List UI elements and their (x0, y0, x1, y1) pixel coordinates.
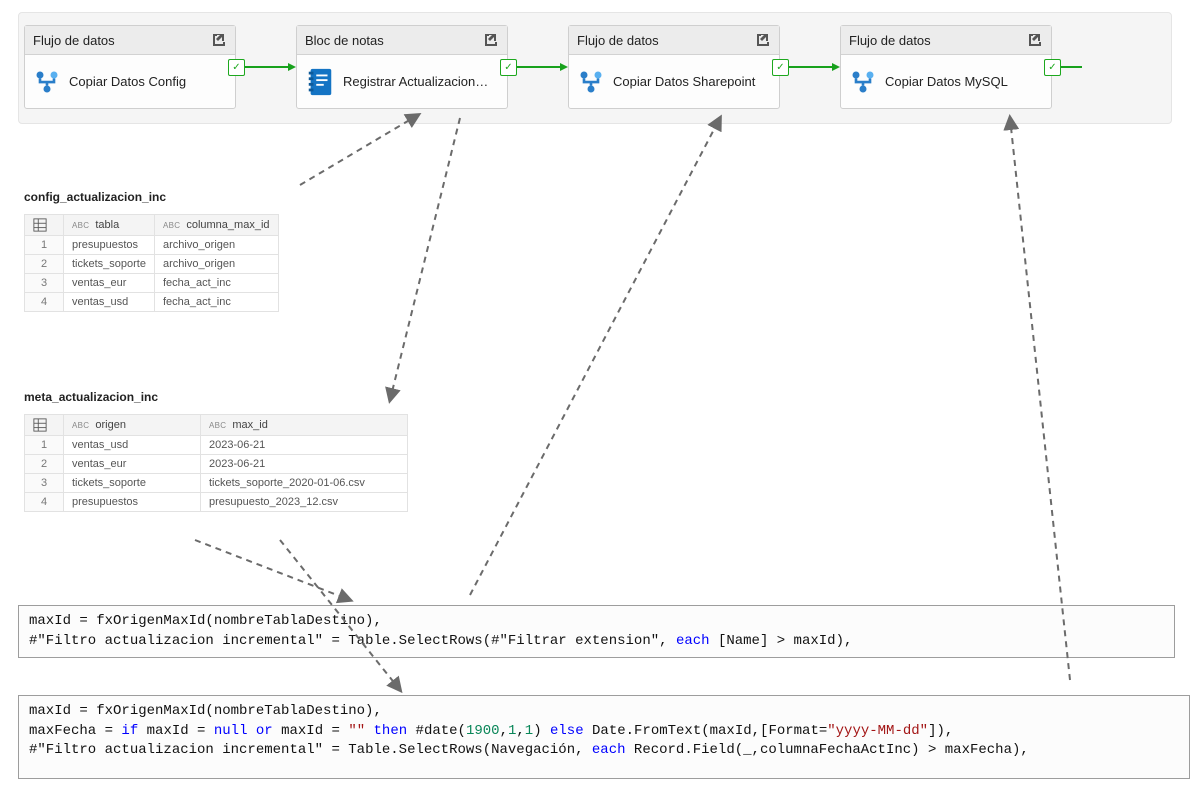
node-type-label: Flujo de datos (577, 33, 659, 48)
dataflow-icon (577, 68, 605, 96)
node-type-label: Flujo de datos (849, 33, 931, 48)
table-title: meta_actualizacion_inc (24, 390, 408, 404)
table-icon-header (25, 415, 64, 436)
open-external-icon[interactable] (755, 32, 771, 48)
dataflow-icon (33, 68, 61, 96)
notebook-icon (305, 67, 335, 97)
column-header: ABCcolumna_max_id (154, 215, 278, 236)
column-header: ABCtabla (64, 215, 155, 236)
table-row: 4ventas_usdfecha_act_inc (25, 293, 279, 312)
table-meta-actualizacion-inc: meta_actualizacion_inc ABCorigen ABCmax_… (24, 390, 408, 512)
table-row: 2tickets_soportearchivo_origen (25, 255, 279, 274)
open-external-icon[interactable] (211, 32, 227, 48)
node-title: Copiar Datos MySQL (885, 74, 1008, 90)
data-grid: ABCorigen ABCmax_id 1ventas_usd2023-06-2… (24, 414, 408, 512)
table-config-actualizacion-inc: config_actualizacion_inc ABCtabla ABCcol… (24, 190, 279, 312)
table-row: 1presupuestosarchivo_origen (25, 236, 279, 255)
column-header: ABCmax_id (201, 415, 408, 436)
table-title: config_actualizacion_inc (24, 190, 279, 204)
table-row: 3tickets_soportetickets_soporte_2020-01-… (25, 474, 408, 493)
node-title: Copiar Datos Config (69, 74, 186, 90)
pipeline-node-copiar-datos-mysql[interactable]: Flujo de datos Copiar Datos MySQL (840, 25, 1052, 109)
table-row: 2ventas_eur2023-06-21 (25, 455, 408, 474)
connector: ✓ (780, 66, 840, 68)
success-tick-icon: ✓ (228, 59, 245, 76)
pipeline-node-copiar-datos-config[interactable]: Flujo de datos Copiar Datos Config (24, 25, 236, 109)
pipeline-node-copiar-datos-sharepoint[interactable]: Flujo de datos Copiar Datos Sharepoint (568, 25, 780, 109)
node-type-label: Flujo de datos (33, 33, 115, 48)
code-snippet-sharepoint: maxId = fxOrigenMaxId(nombreTablaDestino… (18, 605, 1175, 658)
success-tick-icon: ✓ (1044, 59, 1061, 76)
table-icon-header (25, 215, 64, 236)
node-title: Copiar Datos Sharepoint (613, 74, 755, 90)
node-type-label: Bloc de notas (305, 33, 384, 48)
connector: ✓ (236, 66, 296, 68)
connector: ✓ (508, 66, 568, 68)
open-external-icon[interactable] (1027, 32, 1043, 48)
pipeline-node-registrar-actualizacion[interactable]: Bloc de notas Registrar Actualizacion… (296, 25, 508, 109)
node-title: Registrar Actualizacion… (343, 74, 488, 90)
pipeline-row: Flujo de datos Copiar Datos Config ✓ Blo… (18, 12, 1184, 122)
column-header: ABCorigen (64, 415, 201, 436)
table-row: 4presupuestospresupuesto_2023_12.csv (25, 493, 408, 512)
connector-tail: ✓ (1052, 66, 1082, 68)
code-snippet-mysql: maxId = fxOrigenMaxId(nombreTablaDestino… (18, 695, 1190, 779)
success-tick-icon: ✓ (500, 59, 517, 76)
open-external-icon[interactable] (483, 32, 499, 48)
data-grid: ABCtabla ABCcolumna_max_id 1presupuestos… (24, 214, 279, 312)
table-row: 1ventas_usd2023-06-21 (25, 436, 408, 455)
table-row: 3ventas_eurfecha_act_inc (25, 274, 279, 293)
dataflow-icon (849, 68, 877, 96)
success-tick-icon: ✓ (772, 59, 789, 76)
